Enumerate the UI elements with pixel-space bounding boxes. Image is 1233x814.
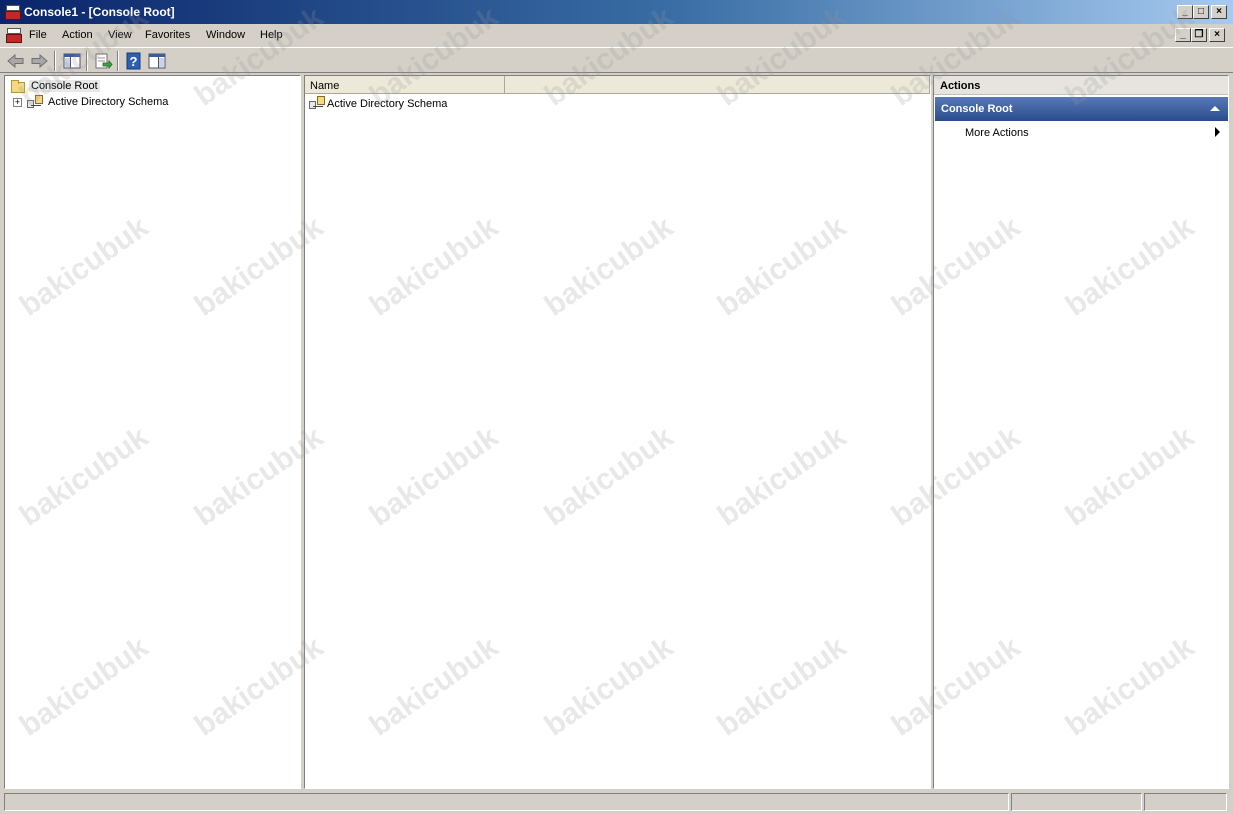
window-title: Console1 - [Console Root] <box>24 5 175 19</box>
show-hide-action-pane-icon[interactable] <box>146 51 168 71</box>
export-list-icon[interactable] <box>92 51 114 71</box>
submenu-arrow-icon <box>1215 127 1220 137</box>
mdi-close-button[interactable]: × <box>1209 28 1225 42</box>
collapse-up-icon[interactable] <box>1210 106 1220 111</box>
back-arrow-icon[interactable] <box>5 51 27 71</box>
tree-item-label: Active Directory Schema <box>48 96 169 108</box>
show-hide-console-tree-icon[interactable] <box>61 51 83 71</box>
mmc-app-icon[interactable] <box>5 4 21 20</box>
toolbar-separator <box>54 51 56 71</box>
actions-pane-title: Actions <box>934 76 1228 95</box>
actions-section-header[interactable]: Console Root <box>935 97 1228 121</box>
title-bar[interactable]: Console1 - [Console Root] _ □ × <box>0 0 1233 24</box>
more-actions-label: More Actions <box>965 127 1029 139</box>
menu-file[interactable]: File <box>29 29 47 41</box>
more-actions-item[interactable]: More Actions <box>935 123 1228 141</box>
actions-pane: Actions Console Root More Actions <box>933 75 1229 789</box>
mdi-minimize-button[interactable]: _ <box>1175 28 1191 42</box>
status-cell-2 <box>1011 793 1142 811</box>
schema-icon <box>27 95 43 109</box>
status-cell-main <box>4 793 1009 811</box>
toolbar: ? <box>0 47 1233 73</box>
menu-action[interactable]: Action <box>62 29 93 41</box>
actions-section-label: Console Root <box>941 103 1013 115</box>
svg-text:?: ? <box>130 54 138 69</box>
toolbar-separator <box>86 51 88 71</box>
maximize-button[interactable]: □ <box>1193 5 1209 19</box>
schema-icon <box>309 96 325 110</box>
help-icon[interactable]: ? <box>123 51 145 71</box>
list-item-label: Active Directory Schema <box>327 98 448 110</box>
menu-help[interactable]: Help <box>260 29 283 41</box>
menu-window[interactable]: Window <box>206 29 245 41</box>
toolbar-separator <box>117 51 119 71</box>
minimize-button[interactable]: _ <box>1177 5 1193 19</box>
mdi-restore-button[interactable]: ❐ <box>1191 28 1207 42</box>
menu-view[interactable]: View <box>108 29 132 41</box>
folder-icon <box>11 80 25 93</box>
menu-favorites[interactable]: Favorites <box>145 29 190 41</box>
menu-bar: File Action View Favorites Window Help <box>0 24 1233 46</box>
forward-arrow-icon[interactable] <box>28 51 50 71</box>
close-button[interactable]: × <box>1211 5 1227 19</box>
results-pane[interactable]: Name Active Directory Schema <box>304 75 931 789</box>
mdi-child-icon[interactable] <box>6 27 22 43</box>
status-bar <box>0 790 1233 814</box>
column-header-name[interactable]: Name <box>305 76 505 94</box>
expand-icon[interactable]: + <box>13 98 22 107</box>
status-cell-3 <box>1144 793 1227 811</box>
column-header-blank[interactable] <box>505 76 930 94</box>
console-tree-pane[interactable]: Console Root + Active Directory Schema <box>4 75 301 789</box>
tree-item-label: Console Root <box>29 80 100 92</box>
